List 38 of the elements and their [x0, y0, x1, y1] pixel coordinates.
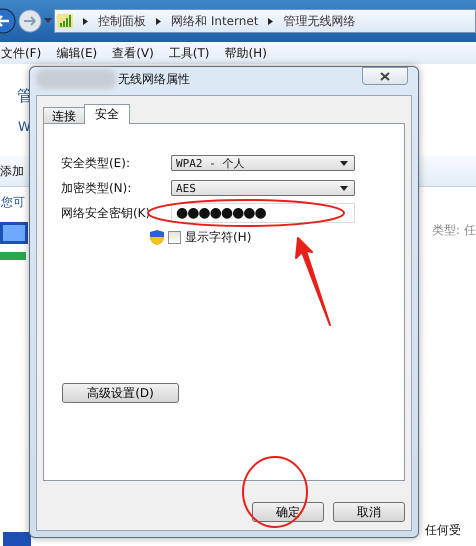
field-label: 加密类型(N):	[61, 180, 132, 196]
address-bar[interactable]: 控制面板 网络和 Internet 管理无线网络	[54, 9, 476, 33]
checkbox[interactable]	[168, 231, 181, 244]
chevron-icon	[83, 18, 88, 24]
tab[interactable]: 安全	[84, 104, 130, 124]
caret-icon	[340, 160, 348, 166]
dropdown[interactable]: AES	[171, 180, 355, 196]
tab[interactable]: 连接	[43, 107, 85, 124]
password-field[interactable]: ●●●●●●●●	[171, 203, 355, 223]
signal-icon	[57, 14, 73, 28]
hint-text: 您可	[1, 194, 25, 211]
menu-item[interactable]: 查看(V)	[112, 44, 154, 62]
breadcrumb[interactable]: 控制面板	[98, 12, 146, 30]
close-icon	[380, 72, 390, 80]
forward-icon[interactable]	[18, 9, 42, 33]
menu-item[interactable]: 编辑(E)	[56, 44, 98, 62]
type-label: 类型: 任	[432, 222, 476, 239]
menu-item[interactable]: 工具(T)	[168, 44, 210, 62]
highlight-circle	[242, 456, 308, 528]
dropdown[interactable]: WPA2 - 个人	[171, 155, 355, 171]
menu-item[interactable]: 帮助(H)	[224, 44, 267, 62]
chevron-icon	[268, 18, 274, 24]
checkbox-label: 显示字符(H)	[185, 229, 252, 246]
shield-icon	[150, 230, 164, 245]
chevron-icon	[156, 18, 161, 24]
field-label: 安全类型(E):	[61, 154, 131, 172]
cancel-button[interactable]: 取消	[333, 502, 405, 522]
network-icon	[0, 222, 30, 262]
dropdown-icon[interactable]	[44, 18, 52, 24]
breadcrumb[interactable]: 网络和 Internet	[171, 12, 258, 30]
advanced-settings-button[interactable]: 高级设置(D)	[62, 383, 179, 403]
close-button[interactable]	[362, 67, 408, 85]
add-button[interactable]: 添加	[0, 162, 24, 180]
window-title: 无线网络属性	[118, 70, 190, 88]
breadcrumb[interactable]: 管理无线网络	[283, 12, 356, 30]
type-label: 任何受	[425, 522, 461, 539]
network-icon	[3, 532, 33, 546]
menu-item[interactable]: 文件(F)	[1, 44, 42, 62]
